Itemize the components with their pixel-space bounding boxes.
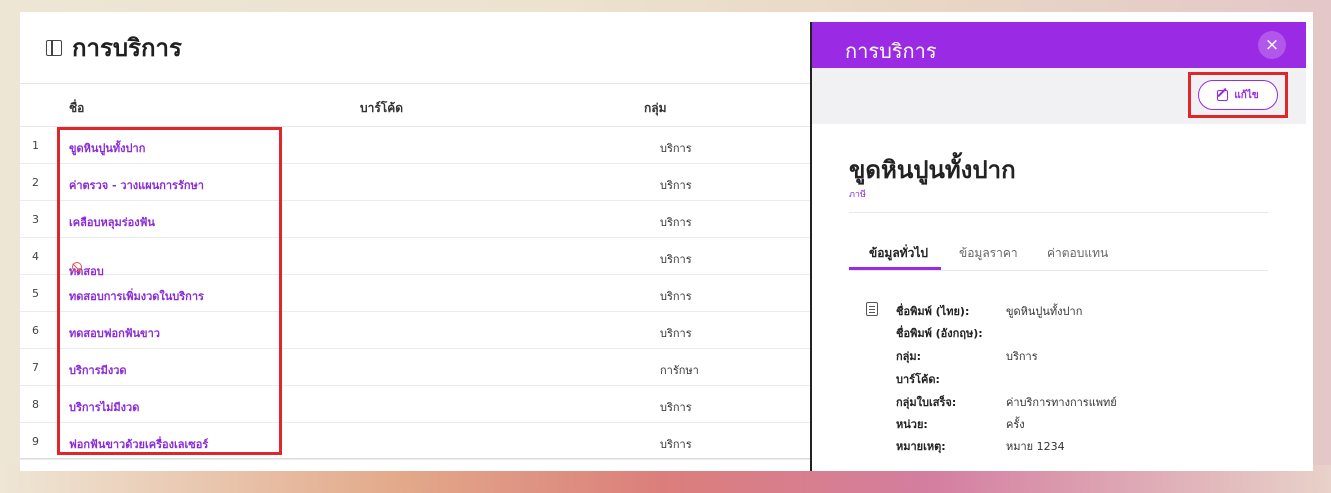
tab-compensation[interactable]: ค่าตอบแทน	[1047, 244, 1108, 263]
main-card: การบริการ ชื่อ บาร์โค้ด กลุ่ม 1 ขูดหินปู…	[20, 12, 1313, 471]
highlight-box-service-names	[57, 127, 282, 455]
detail-row: หมายเหตุ: หมาย 1234	[896, 437, 1065, 455]
row-number: 6	[32, 324, 39, 337]
detail-label: ชื่อพิมพ์ (ไทย):	[896, 305, 970, 318]
header-barcode[interactable]: บาร์โค้ด	[360, 99, 403, 118]
row-number: 9	[32, 435, 39, 448]
tabs-divider	[849, 270, 1268, 271]
detail-row: หน่วย: ครั้ง	[896, 415, 1025, 433]
service-group: บริการ	[660, 401, 692, 414]
detail-divider	[849, 212, 1268, 213]
close-icon[interactable]: ×	[1258, 31, 1286, 59]
service-group: บริการ	[660, 327, 692, 340]
service-group: บริการ	[660, 216, 692, 229]
service-detail-panel: การบริการ × แก้ไข ขูดหินปูนทั้งปาก ภาษี …	[810, 22, 1306, 471]
detail-value: ค่าบริการทางการแพทย์	[1006, 396, 1117, 409]
detail-label: กลุ่มใบเสร็จ:	[896, 396, 957, 409]
detail-value: บริการ	[1006, 350, 1038, 363]
header-name[interactable]: ชื่อ	[69, 99, 84, 118]
service-group: บริการ	[660, 438, 692, 451]
service-group: บริการ	[660, 142, 692, 155]
row-number: 3	[32, 213, 39, 226]
highlight-box-edit-button	[1188, 72, 1288, 118]
row-number: 1	[32, 139, 39, 152]
service-group: บริการ	[660, 253, 692, 266]
detail-value: ขูดหินปูนทั้งปาก	[1006, 305, 1083, 318]
detail-value: หมาย 1234	[1006, 440, 1065, 453]
row-number: 7	[32, 361, 39, 374]
service-group: บริการ	[660, 179, 692, 192]
detail-label: ชื่อพิมพ์ (อังกฤษ):	[896, 327, 983, 340]
row-number: 4	[32, 250, 39, 263]
row-number: 2	[32, 176, 39, 189]
tab-price-info[interactable]: ข้อมูลราคา	[959, 244, 1018, 263]
panel-header: การบริการ ×	[812, 22, 1306, 68]
detail-tabs: ข้อมูลทั่วไป ข้อมูลราคา ค่าตอบแทน	[849, 234, 1268, 270]
detail-row: กลุ่ม: บริการ	[896, 347, 1038, 365]
header-group[interactable]: กลุ่ม	[644, 99, 667, 118]
detail-label: กลุ่ม:	[896, 350, 922, 363]
service-detail-title: ขูดหินปูนทั้งปาก	[849, 156, 1016, 184]
title-row: การบริการ	[46, 28, 182, 67]
detail-label: บาร์โค้ด:	[896, 373, 940, 386]
detail-value: ครั้ง	[1006, 418, 1025, 431]
tab-general-info[interactable]: ข้อมูลทั่วไป	[869, 244, 928, 263]
detail-label: หมายเหตุ:	[896, 440, 946, 453]
document-icon	[866, 302, 878, 316]
table-header: ชื่อ บาร์โค้ด กลุ่ม	[20, 83, 810, 127]
row-number: 5	[32, 287, 39, 300]
book-icon[interactable]	[46, 39, 62, 56]
detail-row: ชื่อพิมพ์ (อังกฤษ):	[896, 324, 1006, 342]
service-group: การักษา	[660, 364, 699, 377]
panel-title: การบริการ	[845, 39, 937, 63]
row-number: 8	[32, 398, 39, 411]
detail-label: หน่วย:	[896, 418, 928, 431]
detail-row: ชื่อพิมพ์ (ไทย): ขูดหินปูนทั้งปาก	[896, 302, 1082, 320]
page-title: การบริการ	[72, 34, 182, 62]
service-group: บริการ	[660, 290, 692, 303]
detail-row: กลุ่มใบเสร็จ: ค่าบริการทางการแพทย์	[896, 393, 1117, 411]
detail-row: บาร์โค้ด:	[896, 370, 1006, 388]
service-detail-subtitle: ภาษี	[849, 190, 866, 200]
